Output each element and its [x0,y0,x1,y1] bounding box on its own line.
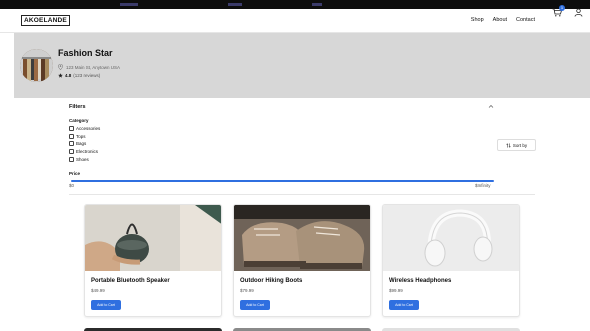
checkbox[interactable] [69,125,74,131]
category-option-tops[interactable]: Tops [69,133,100,139]
store-address: 123 Main St, Anytown USA [58,64,120,70]
nav-links: Shop About Contact [471,17,535,23]
strip-mark [228,3,242,6]
product-name[interactable]: Wireless Headphones [389,278,451,284]
category-label: Shoes [76,157,89,163]
store-avatar [20,49,53,82]
star-icon [58,73,63,78]
store-rating: 4.8 (123 reviews) [58,73,100,78]
product-name[interactable]: Portable Bluetooth Speaker [91,278,170,284]
category-label: Bags [76,141,87,147]
product-image-headphones [383,205,519,271]
rating-value: 4.8 [65,73,72,78]
filters-panel: Filters Category Accessories Tops Bags E… [69,101,536,195]
product-image-boots [234,205,370,271]
price-min-label: $0 [69,183,75,188]
divider [69,194,535,195]
product-card[interactable]: Outdoor Hiking Boots $79.99 Add to Cart [233,204,371,317]
store-name: Fashion Star [58,48,113,58]
clothing-rack-image [20,49,53,82]
category-option-bags[interactable]: Bags [69,141,100,147]
price-max-label: $Infinity [475,183,491,188]
store-header: Fashion Star 123 Main St, Anytown USA 4.… [14,33,590,98]
store-logo[interactable]: AKOELANDE [21,15,70,26]
price-range-slider[interactable] [71,180,494,182]
checkbox[interactable] [69,157,74,163]
location-pin-icon [58,64,63,70]
product-price: $99.99 [389,288,403,293]
product-name[interactable]: Outdoor Hiking Boots [240,278,302,284]
add-to-cart-button[interactable]: Add to Cart [240,300,270,310]
category-list: Accessories Tops Bags Electronics Shoes [69,125,100,163]
category-option-shoes[interactable]: Shoes [69,157,100,163]
sort-arrows-icon [506,142,511,148]
sort-by-button[interactable]: Sort by [497,139,536,151]
strip-mark [120,3,138,6]
price-title: Price [69,171,81,176]
category-label: Electronics [76,149,99,155]
category-option-accessories[interactable]: Accessories [69,125,100,131]
product-image-speaker [85,205,221,271]
chevron-up-icon[interactable] [488,104,494,109]
category-label: Accessories [76,125,101,131]
checkbox[interactable] [69,141,74,147]
category-option-electronics[interactable]: Electronics [69,149,100,155]
product-card[interactable]: Portable Bluetooth Speaker $49.99 Add to… [84,204,222,317]
add-to-cart-button[interactable]: Add to Cart [389,300,419,310]
nav-link-contact[interactable]: Contact [516,17,535,23]
sort-by-label: Sort by [512,142,528,148]
product-card[interactable]: Wireless Headphones $99.99 Add to Cart [382,204,520,317]
cart-count-badge: 1 [559,5,565,11]
add-to-cart-button[interactable]: Add to Cart [91,300,121,310]
checkbox[interactable] [69,133,74,139]
browser-top-strip [0,0,590,9]
navbar: AKOELANDE Shop About Contact [0,9,590,33]
store-address-text: 123 Main St, Anytown USA [66,64,121,70]
filters-title: Filters [69,104,86,110]
user-icon[interactable] [574,8,583,17]
product-price: $79.99 [240,288,254,293]
category-label: Tops [76,133,86,139]
review-count[interactable]: (123 reviews) [73,73,100,78]
category-title: Category [69,118,89,123]
nav-link-shop[interactable]: Shop [471,17,484,23]
strip-mark [312,3,322,6]
nav-link-about[interactable]: About [493,17,507,23]
product-price: $49.99 [91,288,105,293]
checkbox[interactable] [69,149,74,155]
